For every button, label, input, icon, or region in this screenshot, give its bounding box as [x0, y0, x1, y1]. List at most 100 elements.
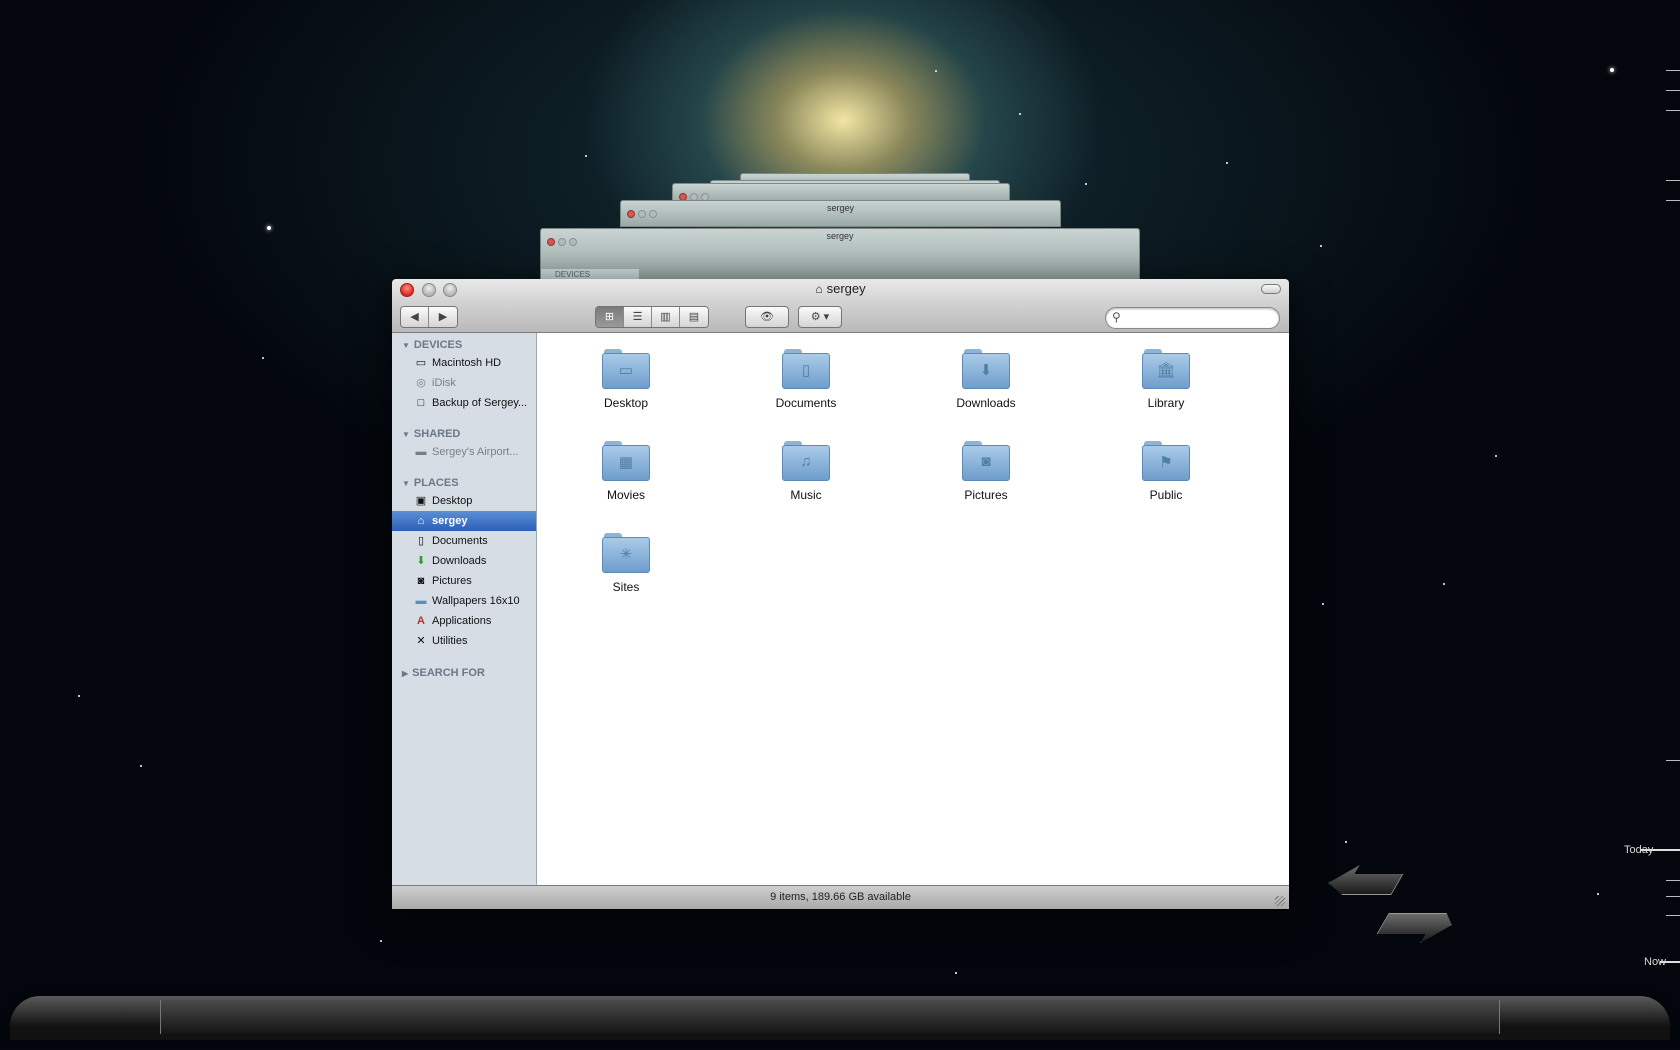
eye-icon: 👁 [760, 311, 774, 323]
sidebar-section-devices[interactable]: ▼ DEVICES [402, 339, 462, 351]
folder-item-movies[interactable]: ▦ Movies [561, 441, 691, 502]
sidebar-item-idisk[interactable]: ◎ iDisk [392, 373, 536, 393]
backup-window-stack-1[interactable]: sergey [620, 200, 1061, 227]
list-view-icon: ☰ [632, 311, 643, 323]
toolbar-toggle-button[interactable] [1261, 284, 1281, 294]
column-view-button[interactable]: ▥ [652, 307, 680, 327]
sidebar-item-downloads[interactable]: ⬇ Downloads [392, 551, 536, 571]
folder-label: Desktop [603, 396, 649, 410]
utilities-icon: ✕ [416, 635, 426, 647]
status-bar: 9 items, 189.66 GB available [392, 885, 1289, 909]
search-icon: ⚲ [1112, 310, 1121, 324]
sidebar-section-search-for[interactable]: ▶ SEARCH FOR [402, 667, 485, 679]
idisk-icon: ◎ [416, 377, 426, 389]
sidebar: ▼ DEVICES ▭ Macintosh HD ◎ iDisk □ Backup of… [392, 333, 537, 885]
folder-icon: ▬ [415, 595, 427, 607]
window-title: ⌂ sergey [392, 281, 1289, 296]
backup-disk-icon: □ [417, 397, 425, 409]
status-text: 9 items, 189.66 GB available [770, 891, 911, 903]
forward-in-time-arrow-icon[interactable] [1371, 913, 1458, 943]
icon-view-button[interactable]: ⊞ [596, 307, 624, 327]
column-view-icon: ▥ [660, 311, 671, 323]
folder-label: Pictures [964, 488, 1008, 502]
finder-window[interactable]: ⌂ sergey ◀ ▶ ⊞ ☰ ▥ ▤ 👁 ⚙ ▾ ⚲ ▼ DEVICES ▭ Ma… [392, 279, 1289, 909]
folder-label: Library [1147, 396, 1185, 410]
folder-item-pictures[interactable]: ◙ Pictures [921, 441, 1051, 502]
icon-view-icon: ⊞ [604, 311, 615, 323]
pictures-icon: ◙ [417, 575, 425, 587]
quicklook-button[interactable]: 👁 [745, 306, 789, 328]
folder-icon: ◙ [962, 441, 1010, 481]
shelf-center [160, 1000, 1500, 1034]
sidebar-section-places[interactable]: ▼ PLACES [402, 477, 459, 489]
stack-window-title: sergey [826, 203, 854, 213]
time-machine-shelf [10, 996, 1670, 1040]
disclosure-triangle-icon: ▼ [402, 341, 410, 350]
applications-icon: A [417, 615, 425, 627]
hard-drive-icon: ▭ [415, 357, 427, 369]
folder-item-downloads[interactable]: ⬇ Downloads [921, 349, 1051, 410]
folder-icon: ✳ [602, 533, 650, 573]
sidebar-item-pictures[interactable]: ◙ Pictures [392, 571, 536, 591]
airport-disk-icon: ▬ [415, 446, 427, 458]
folder-item-sites[interactable]: ✳ Sites [561, 533, 691, 594]
back-arrow-icon: ◀ [410, 311, 419, 323]
downloads-icon: ⬇ [416, 555, 426, 567]
home-icon: ⌂ [417, 515, 425, 527]
document-icon: ▯ [417, 535, 425, 547]
folder-item-public[interactable]: ⚑ Public [1101, 441, 1231, 502]
folder-label: Sites [612, 580, 640, 594]
home-icon: ⌂ [815, 282, 823, 296]
folder-item-desktop[interactable]: ▭ Desktop [561, 349, 691, 410]
disclosure-triangle-icon: ▼ [402, 479, 410, 488]
title-bar[interactable]: ⌂ sergey ◀ ▶ ⊞ ☰ ▥ ▤ 👁 ⚙ ▾ ⚲ [392, 279, 1289, 333]
window-title-text: sergey [826, 281, 866, 296]
coverflow-view-button[interactable]: ▤ [680, 307, 708, 327]
folder-icon: ▦ [602, 441, 650, 481]
folder-item-documents[interactable]: ▯ Documents [741, 349, 871, 410]
sidebar-item-airport[interactable]: ▬ Sergey's Airport... [392, 442, 536, 462]
sidebar-item-desktop[interactable]: ▣ Desktop [392, 491, 536, 511]
back-forward-control[interactable]: ◀ ▶ [400, 306, 458, 328]
folder-item-library[interactable]: 🏛 Library [1101, 349, 1231, 410]
view-mode-control[interactable]: ⊞ ☰ ▥ ▤ [595, 306, 709, 328]
forward-button[interactable]: ▶ [429, 307, 457, 327]
forward-arrow-icon: ▶ [438, 311, 448, 323]
backup-window-stack-0[interactable]: sergey DEVICES [540, 228, 1140, 282]
timeline-today-label[interactable]: Today [1624, 844, 1653, 856]
coverflow-view-icon: ▤ [688, 311, 700, 323]
search-field[interactable]: ⚲ [1105, 307, 1280, 329]
sidebar-item-documents[interactable]: ▯ Documents [392, 531, 536, 551]
action-menu-button[interactable]: ⚙ ▾ [798, 306, 842, 328]
folder-label: Music [790, 488, 822, 502]
gear-icon: ⚙ ▾ [810, 311, 830, 323]
sidebar-item-backup[interactable]: □ Backup of Sergey... [392, 393, 536, 413]
disclosure-triangle-icon: ▶ [402, 669, 409, 678]
resize-grip-icon[interactable] [1275, 896, 1285, 906]
folder-label: Movies [606, 488, 645, 502]
folder-icon: 🏛 [1142, 349, 1190, 389]
timeline-now-label[interactable]: Now [1644, 956, 1666, 968]
folder-icon: ▭ [602, 349, 650, 389]
folder-icon: ▯ [782, 349, 830, 389]
disclosure-triangle-icon: ▼ [402, 430, 410, 439]
folder-label: Downloads [956, 396, 1016, 410]
sidebar-item-wallpapers[interactable]: ▬ Wallpapers 16x10 [392, 591, 536, 611]
sidebar-item-utilities[interactable]: ✕ Utilities [392, 631, 536, 651]
sidebar-item-sergey[interactable]: ⌂ sergey [392, 511, 536, 531]
folder-item-music[interactable]: ♫ Music [741, 441, 871, 502]
back-in-time-arrow-icon[interactable] [1321, 865, 1408, 895]
desktop-icon: ▣ [415, 495, 427, 507]
folder-label: Public [1149, 488, 1183, 502]
sidebar-item-applications[interactable]: A Applications [392, 611, 536, 631]
sidebar-section-shared[interactable]: ▼ SHARED [402, 428, 460, 440]
back-button[interactable]: ◀ [401, 307, 429, 327]
time-machine-timeline[interactable]: Today Now [1620, 0, 1680, 1000]
folder-icon: ⚑ [1142, 441, 1190, 481]
stack-window-title: sergey [826, 231, 854, 241]
list-view-button[interactable]: ☰ [624, 307, 652, 327]
folder-icon: ⬇ [962, 349, 1010, 389]
folder-label: Documents [775, 396, 837, 410]
folder-icon: ♫ [782, 441, 830, 481]
sidebar-item-macintosh-hd[interactable]: ▭ Macintosh HD [392, 353, 536, 373]
